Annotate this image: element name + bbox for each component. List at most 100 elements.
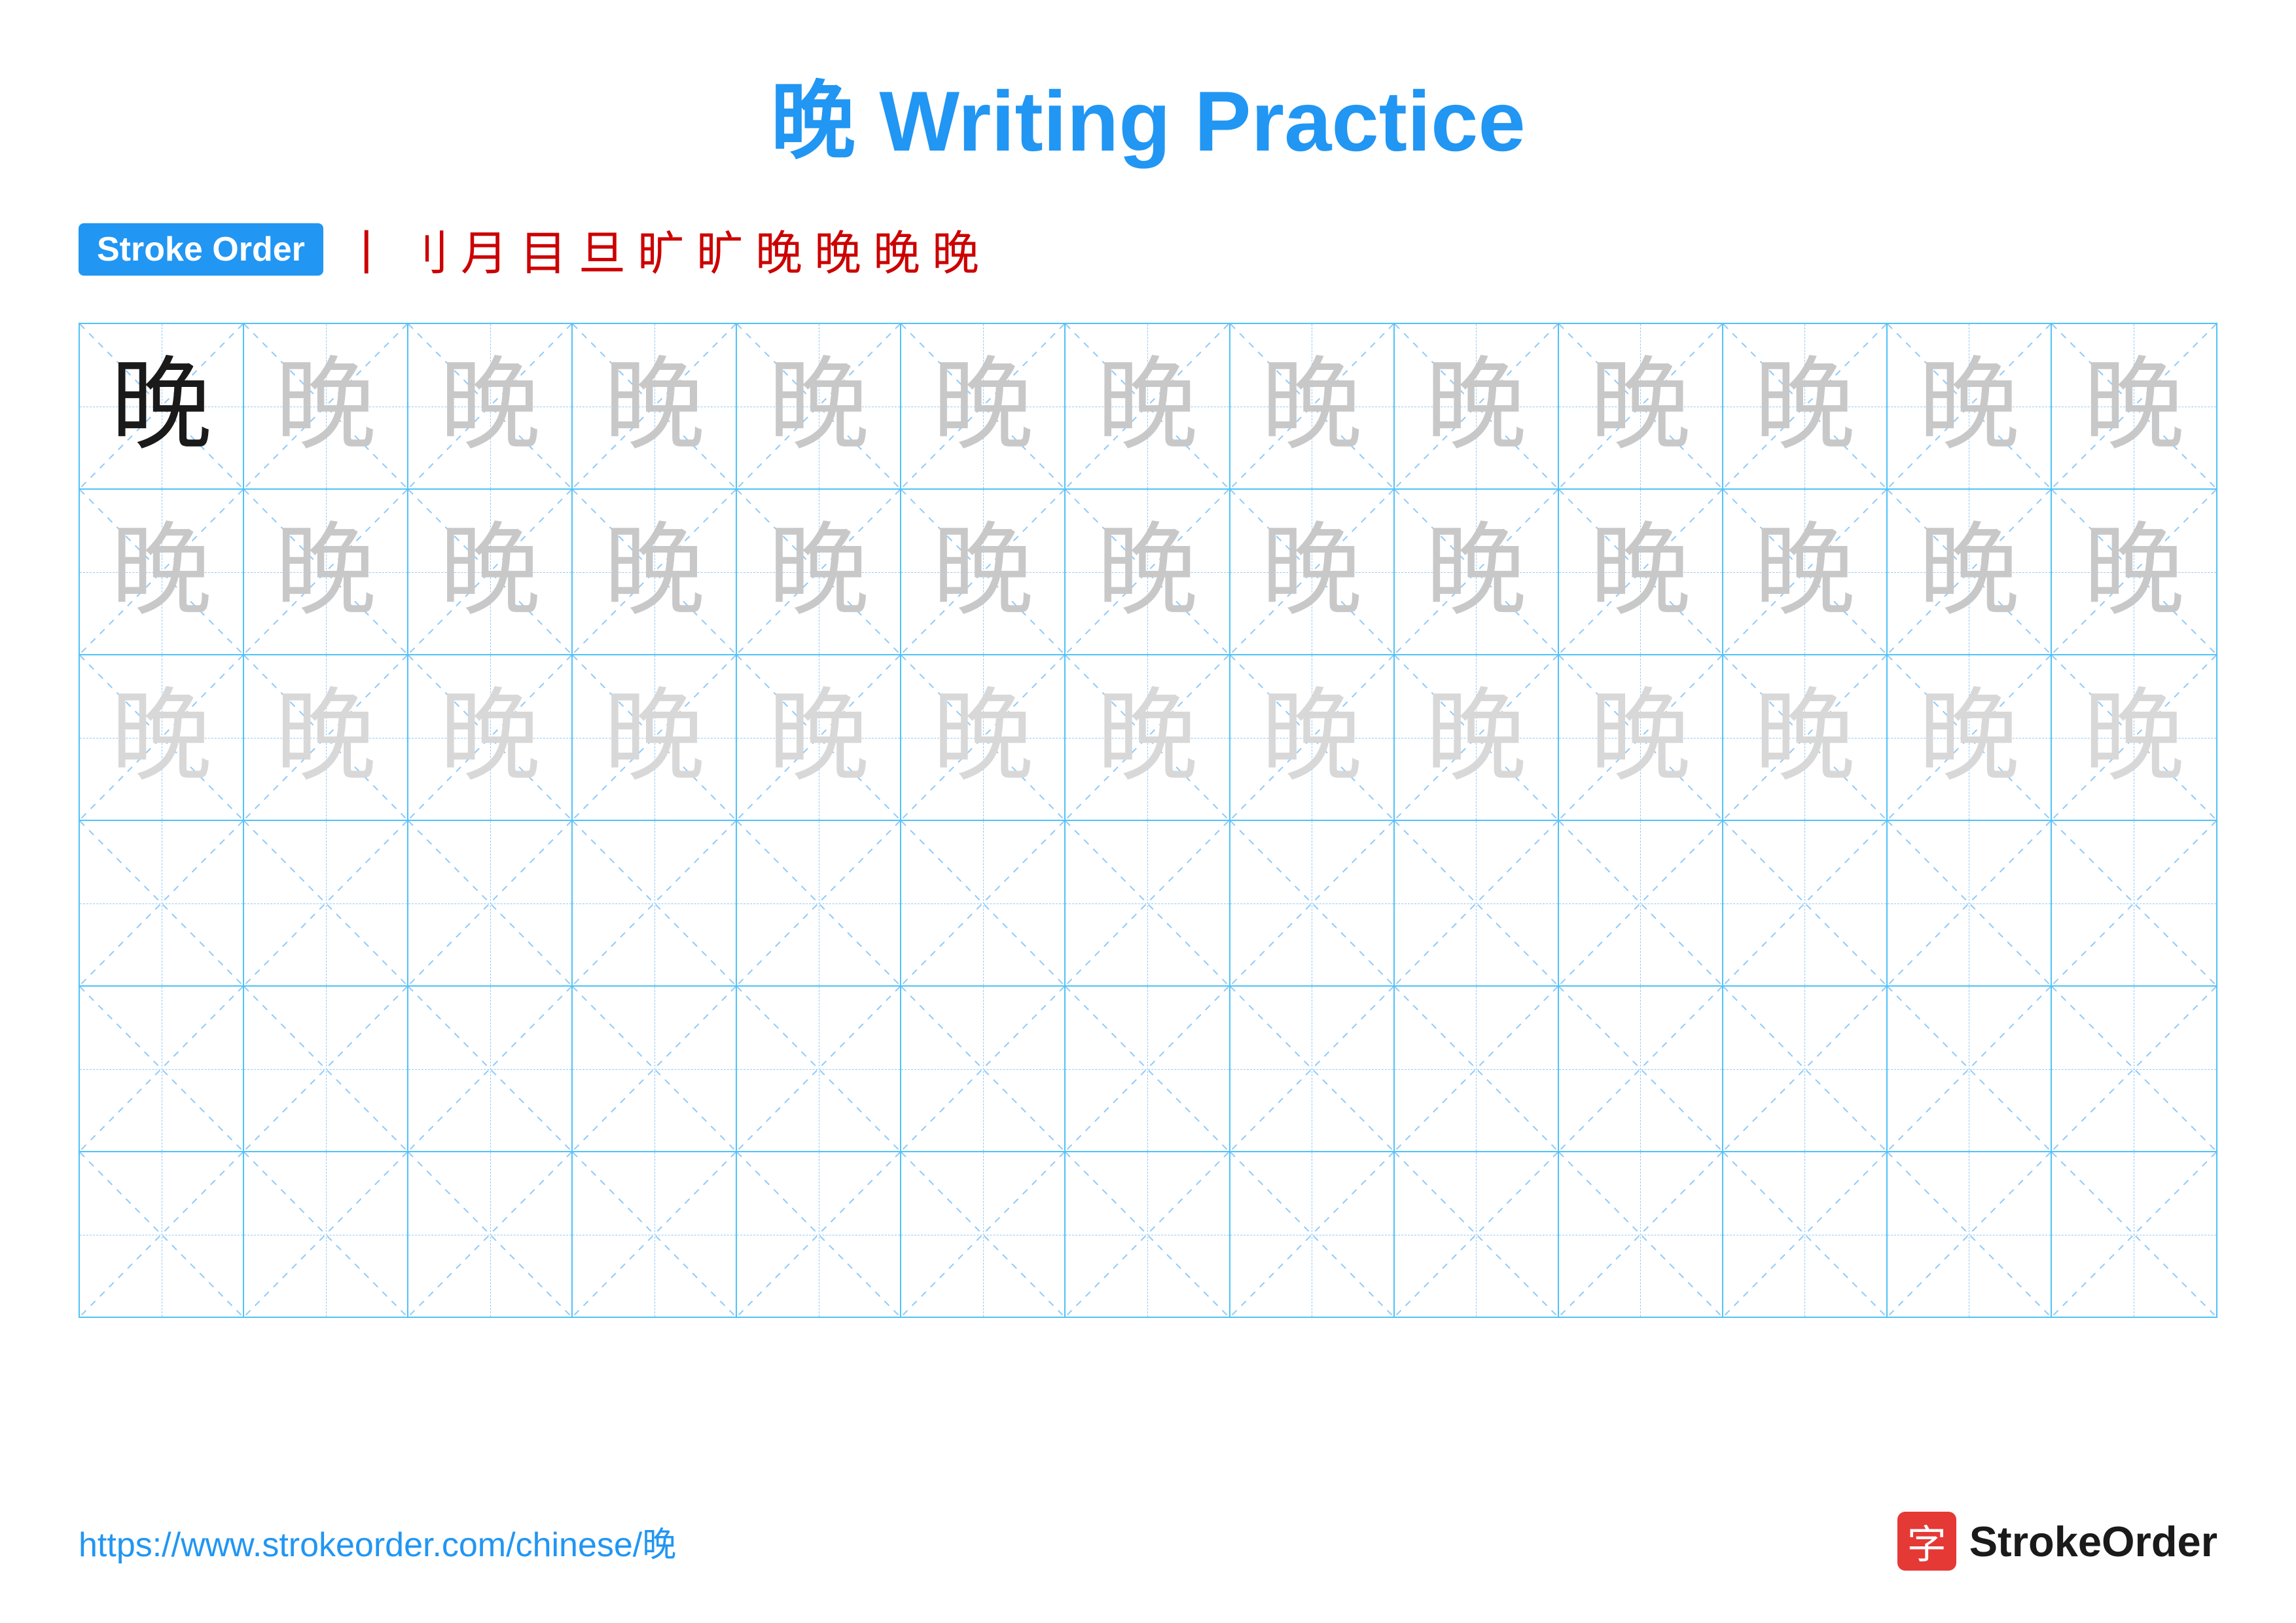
footer-logo: 字 StrokeOrder — [1897, 1512, 2217, 1571]
grid-cell[interactable] — [1723, 821, 1888, 985]
stroke-step-3: 目 — [520, 215, 567, 283]
grid-cell[interactable] — [901, 987, 1066, 1151]
grid-cell[interactable] — [1888, 821, 2052, 985]
grid-cell[interactable]: 晚 — [1723, 490, 1888, 654]
grid-cell[interactable] — [80, 821, 244, 985]
grid-cell[interactable]: 晚 — [2052, 490, 2216, 654]
grid-cell[interactable]: 晚 — [1230, 655, 1395, 820]
grid-cell[interactable]: 晚 — [1230, 324, 1395, 488]
grid-cell[interactable] — [737, 821, 901, 985]
grid-cell[interactable] — [1559, 987, 1723, 1151]
logo-icon: 字 — [1897, 1512, 1956, 1571]
grid-cell[interactable]: 晚 — [1888, 324, 2052, 488]
grid-cell[interactable]: 晚 — [1723, 324, 1888, 488]
char-lighter: 晚 — [1918, 687, 2020, 788]
grid-cell[interactable] — [1395, 987, 1559, 1151]
grid-cell[interactable]: 晚 — [2052, 324, 2216, 488]
grid-row — [80, 1152, 2216, 1317]
grid-cell[interactable] — [1888, 1152, 2052, 1317]
grid-cell[interactable]: 晚 — [737, 324, 901, 488]
grid-cell[interactable]: 晚 — [244, 490, 408, 654]
grid-cell[interactable]: 晚 — [244, 655, 408, 820]
grid-cell[interactable]: 晚 — [737, 490, 901, 654]
grid-cell[interactable]: 晚 — [1230, 490, 1395, 654]
grid-cell[interactable] — [1066, 821, 1230, 985]
grid-cell[interactable] — [1230, 1152, 1395, 1317]
logo-icon-char: 字 — [1907, 1513, 1946, 1570]
grid-cell[interactable] — [1395, 1152, 1559, 1317]
grid-cell[interactable]: 晚 — [80, 490, 244, 654]
grid-cell[interactable] — [901, 821, 1066, 985]
grid-cell[interactable] — [1723, 1152, 1888, 1317]
grid-cell[interactable]: 晚 — [80, 324, 244, 488]
grid-cell[interactable]: 晚 — [573, 490, 737, 654]
page-title: 晚 Writing Practice — [79, 52, 2217, 175]
stroke-order-badge: Stroke Order — [79, 223, 323, 276]
grid-cell[interactable]: 晚 — [1395, 655, 1559, 820]
grid-cell[interactable]: 晚 — [1395, 490, 1559, 654]
grid-cell[interactable] — [901, 1152, 1066, 1317]
grid-cell[interactable] — [1559, 821, 1723, 985]
grid-cell[interactable]: 晚 — [1723, 655, 1888, 820]
grid-row: 晚 晚 晚 晚 晚 晚 晚 晚 晚 晚 — [80, 324, 2216, 490]
grid-cell[interactable] — [244, 1152, 408, 1317]
grid-cell[interactable] — [408, 987, 573, 1151]
grid-cell[interactable]: 晚 — [244, 324, 408, 488]
grid-cell[interactable]: 晚 — [1066, 655, 1230, 820]
stroke-step-1: 刂 — [402, 215, 449, 283]
char-lighter: 晚 — [439, 687, 541, 788]
grid-cell[interactable] — [573, 1152, 737, 1317]
grid-cell[interactable] — [1066, 1152, 1230, 1317]
grid-cell[interactable]: 晚 — [573, 655, 737, 820]
grid-cell[interactable]: 晚 — [1559, 655, 1723, 820]
stroke-step-0: 丨 — [343, 215, 390, 283]
grid-cell[interactable] — [737, 1152, 901, 1317]
char-dark: 晚 — [111, 356, 212, 457]
grid-cell[interactable]: 晚 — [901, 490, 1066, 654]
grid-cell[interactable]: 晚 — [1888, 490, 2052, 654]
grid-cell[interactable] — [1066, 987, 1230, 1151]
grid-cell[interactable] — [573, 821, 737, 985]
grid-cell[interactable] — [1723, 987, 1888, 1151]
grid-cell[interactable] — [80, 987, 244, 1151]
grid-cell[interactable]: 晚 — [408, 655, 573, 820]
grid-cell[interactable] — [573, 987, 737, 1151]
grid-row — [80, 821, 2216, 987]
grid-cell[interactable]: 晚 — [1066, 324, 1230, 488]
grid-cell[interactable] — [80, 1152, 244, 1317]
grid-cell[interactable] — [737, 987, 901, 1151]
grid-cell[interactable] — [1559, 1152, 1723, 1317]
grid-cell[interactable]: 晚 — [1888, 655, 2052, 820]
grid-cell[interactable] — [1888, 987, 2052, 1151]
grid-cell[interactable] — [244, 987, 408, 1151]
grid-cell[interactable]: 晚 — [901, 655, 1066, 820]
char-light: 晚 — [275, 356, 376, 457]
grid-cell[interactable]: 晚 — [1559, 490, 1723, 654]
char-lighter: 晚 — [2083, 687, 2185, 788]
grid-cell[interactable] — [2052, 1152, 2216, 1317]
grid-cell[interactable] — [1230, 987, 1395, 1151]
char-light: 晚 — [1918, 356, 2020, 457]
grid-cell[interactable]: 晚 — [408, 490, 573, 654]
grid-cell[interactable]: 晚 — [1066, 490, 1230, 654]
grid-cell[interactable]: 晚 — [2052, 655, 2216, 820]
footer: https://www.strokeorder.com/chinese/晚 字 … — [79, 1512, 2217, 1571]
grid-cell[interactable]: 晚 — [1395, 324, 1559, 488]
grid-cell[interactable] — [244, 821, 408, 985]
char-light: 晚 — [1590, 356, 1691, 457]
grid-cell[interactable]: 晚 — [1559, 324, 1723, 488]
grid-cell[interactable] — [1230, 821, 1395, 985]
grid-cell[interactable] — [1395, 821, 1559, 985]
stroke-step-8: 晚 — [814, 215, 861, 283]
grid-cell[interactable]: 晚 — [80, 655, 244, 820]
grid-cell[interactable]: 晚 — [408, 324, 573, 488]
grid-cell[interactable] — [2052, 987, 2216, 1151]
grid-cell[interactable]: 晚 — [573, 324, 737, 488]
grid-cell[interactable] — [2052, 821, 2216, 985]
grid-cell[interactable] — [408, 1152, 573, 1317]
grid-cell[interactable]: 晚 — [737, 655, 901, 820]
grid-cell[interactable] — [408, 821, 573, 985]
grid-cell[interactable]: 晚 — [901, 324, 1066, 488]
page: 晚 Writing Practice Stroke Order 丨刂月目旦旷旷晚… — [0, 0, 2296, 1623]
stroke-step-4: 旦 — [579, 215, 626, 283]
